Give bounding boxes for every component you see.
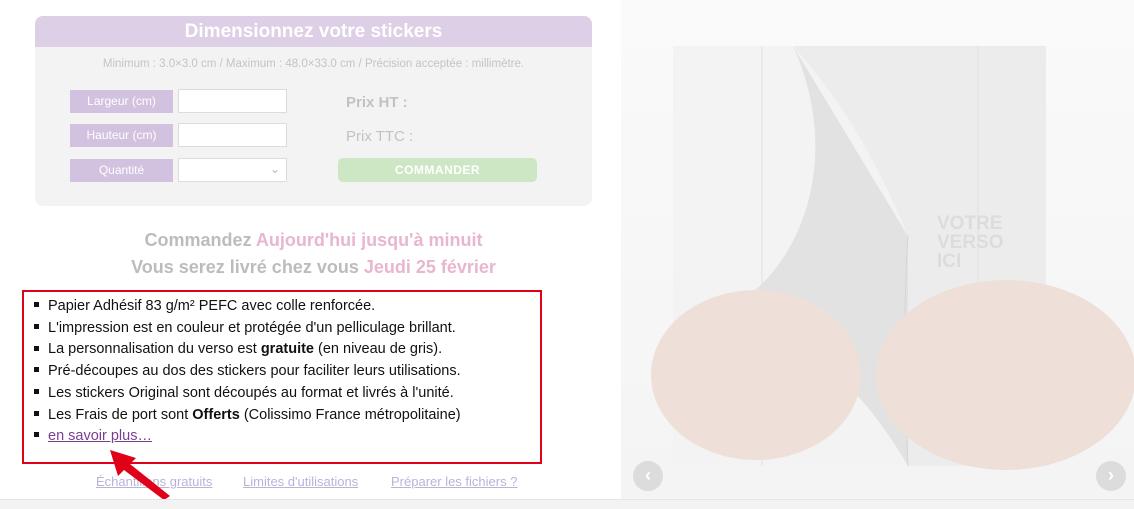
verso-line: VOTRE (937, 213, 1003, 234)
feature-item: L'impression est en couleur et protégée … (34, 318, 540, 340)
feature-bold: gratuite (260, 341, 314, 358)
delivery-date-prefix: Vous serez livré chez vous (131, 257, 364, 277)
chevron-down-icon: ⌄ (269, 162, 280, 176)
height-label: Hauteur (cm) (70, 124, 173, 147)
feature-text: (Colissimo France métropolitaine) (239, 406, 461, 423)
delivery-date-highlight: Jeudi 25 février (363, 257, 496, 277)
chevron-left-icon: ‹ (645, 465, 651, 485)
next-slide-button[interactable]: › (1096, 461, 1126, 491)
order-deadline: Commandez Aujourd'hui jusqu'à minuit (35, 230, 592, 251)
verso-label: VOTRE VERSO ICI (937, 214, 1004, 271)
prepare-files-link[interactable]: Préparer les fichiers ? (391, 474, 517, 489)
size-limits-text: Minimum : 3.0×3.0 cm / Maximum : 48.0×33… (102, 58, 525, 70)
feature-bold: Offerts (192, 406, 240, 423)
width-input[interactable] (178, 89, 287, 113)
feature-text: La personnalisation du verso est (48, 341, 261, 358)
order-deadline-prefix: Commandez (144, 230, 256, 250)
feature-item: Les Frais de port sont Offerts (Colissim… (34, 405, 540, 427)
feature-text: (en niveau de gris). (313, 341, 443, 358)
left-hand (651, 290, 861, 460)
verso-line: VERSO (937, 232, 1004, 253)
feature-item: La personnalisation du verso est gratuit… (34, 339, 540, 361)
page: Dimensionnez votre stickers Minimum : 3.… (0, 0, 1134, 509)
order-deadline-highlight: Aujourd'hui jusqu'à minuit (255, 230, 483, 250)
quantity-label: Quantité (70, 159, 173, 182)
feature-item: Les stickers Original sont découpés au f… (34, 383, 540, 405)
learn-more-link[interactable]: en savoir plus… (48, 428, 152, 444)
features-box: Papier Adhésif 83 g/m² PEFC avec colle r… (22, 290, 542, 464)
feature-text: Les Frais de port sont (48, 406, 193, 423)
annotation-arrow-icon (110, 450, 170, 500)
delivery-date: Vous serez livré chez vous Jeudi 25 févr… (35, 257, 592, 278)
prev-slide-button[interactable]: ‹ (633, 461, 663, 491)
page-bottom-bar (0, 499, 1134, 509)
product-image: VOTRE VERSO ICI ‹ › (621, 0, 1134, 499)
feature-item: Papier Adhésif 83 g/m² PEFC avec colle r… (34, 296, 540, 318)
chevron-right-icon: › (1108, 465, 1114, 485)
quantity-select[interactable]: ⌄ (178, 158, 287, 182)
right-hand (876, 280, 1134, 470)
limits-link[interactable]: Limites d'utilisations (243, 474, 358, 489)
sizing-panel: Dimensionnez votre stickers Minimum : 3.… (35, 16, 592, 206)
width-label: Largeur (cm) (70, 90, 173, 113)
panel-title: Dimensionnez votre stickers (35, 16, 592, 47)
verso-line: ICI (937, 251, 962, 272)
price-ttc: Prix TTC : (346, 128, 414, 145)
height-input[interactable] (178, 123, 287, 147)
features-list: Papier Adhésif 83 g/m² PEFC avec colle r… (34, 296, 540, 448)
price-ht: Prix HT : (346, 94, 408, 111)
feature-item: Pré-découpes au dos des stickers pour fa… (34, 361, 540, 383)
order-button[interactable]: COMMANDER (338, 158, 537, 182)
